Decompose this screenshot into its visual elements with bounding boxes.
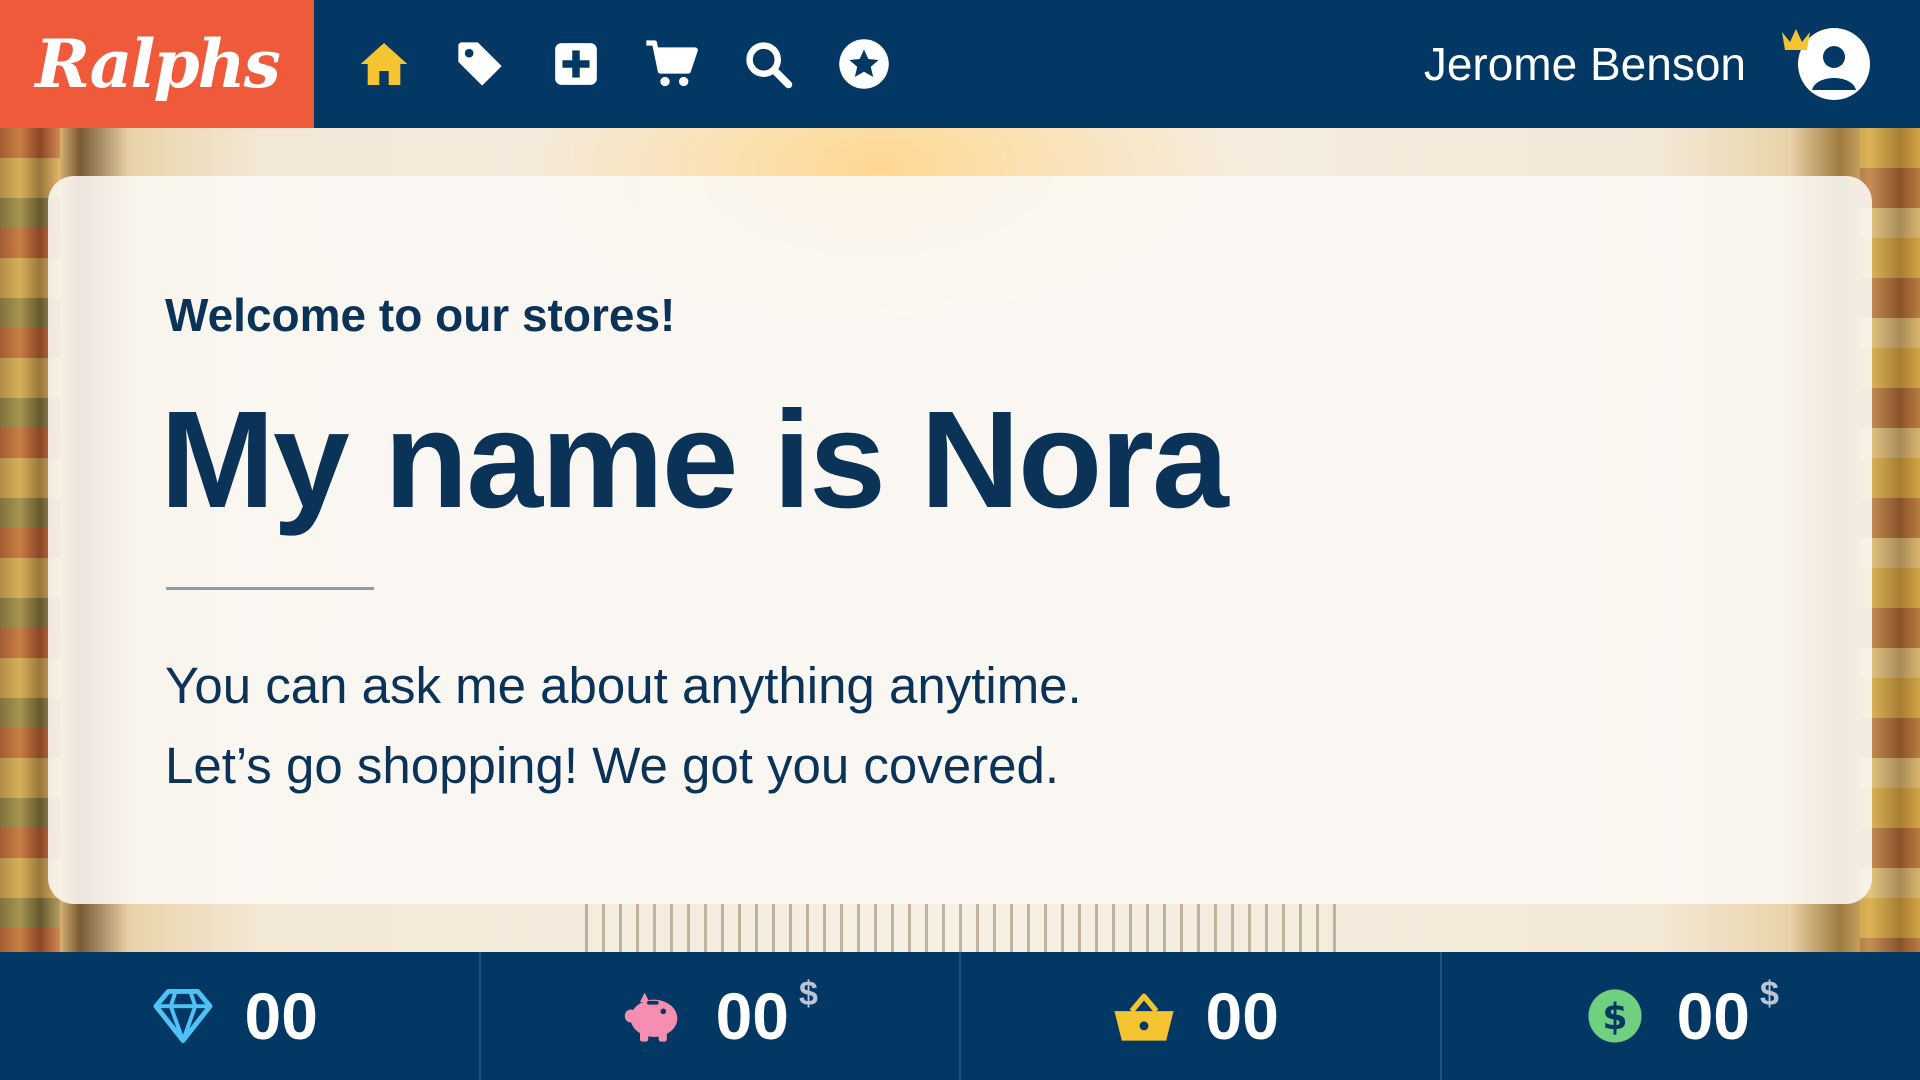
search-icon[interactable]: [736, 32, 800, 96]
home-icon[interactable]: [352, 32, 416, 96]
stat-cash-unit: $: [1760, 974, 1779, 1013]
welcome-message-line-2: Let’s go shopping! We got you covered.: [165, 737, 1060, 794]
stat-savings-value: 00: [715, 979, 789, 1053]
stat-cash-value: 00: [1676, 979, 1750, 1053]
cart-background-detail: [585, 904, 1345, 952]
crown-icon: [1782, 29, 1810, 50]
welcome-card: Welcome to our stores! My name is Nora Y…: [48, 176, 1872, 904]
brand-logo[interactable]: Ralphs: [0, 0, 314, 128]
stat-points[interactable]: 00: [0, 952, 481, 1080]
welcome-message: You can ask me about anything anytime. L…: [165, 646, 1082, 806]
brand-logo-text: Ralphs: [35, 25, 280, 103]
stat-points-value: 00: [244, 979, 318, 1053]
cart-icon[interactable]: [640, 32, 704, 96]
plus-square-icon[interactable]: [544, 32, 608, 96]
stat-cash[interactable]: $ 00 $: [1442, 952, 1920, 1080]
diamond-icon: [151, 984, 215, 1048]
stat-savings-unit: $: [799, 974, 818, 1013]
stat-savings[interactable]: 00 $: [481, 952, 961, 1080]
user-name: Jerome Benson: [1423, 38, 1746, 90]
nav-icons: [352, 32, 896, 96]
assistant-headline: My name is Nora: [160, 383, 1229, 537]
avatar[interactable]: [1780, 24, 1876, 104]
bottom-stats-bar: 00 00 $ 00 $ 00 $: [0, 952, 1920, 1080]
welcome-subtitle: Welcome to our stores!: [165, 289, 676, 341]
star-icon[interactable]: [832, 32, 896, 96]
svg-text:$: $: [1602, 995, 1627, 1038]
divider: [166, 587, 374, 590]
piggy-bank-icon: [622, 984, 686, 1048]
user-profile[interactable]: Jerome Benson: [1424, 24, 1876, 104]
welcome-message-line-1: You can ask me about anything anytime.: [165, 657, 1082, 714]
tag-icon[interactable]: [448, 32, 512, 96]
basket-icon: [1112, 984, 1176, 1048]
top-nav-bar: Ralphs Jerome Benson: [0, 0, 1920, 128]
stat-basket[interactable]: 00: [961, 952, 1442, 1080]
dollar-coin-icon: $: [1583, 984, 1647, 1048]
stat-basket-value: 00: [1205, 979, 1279, 1053]
